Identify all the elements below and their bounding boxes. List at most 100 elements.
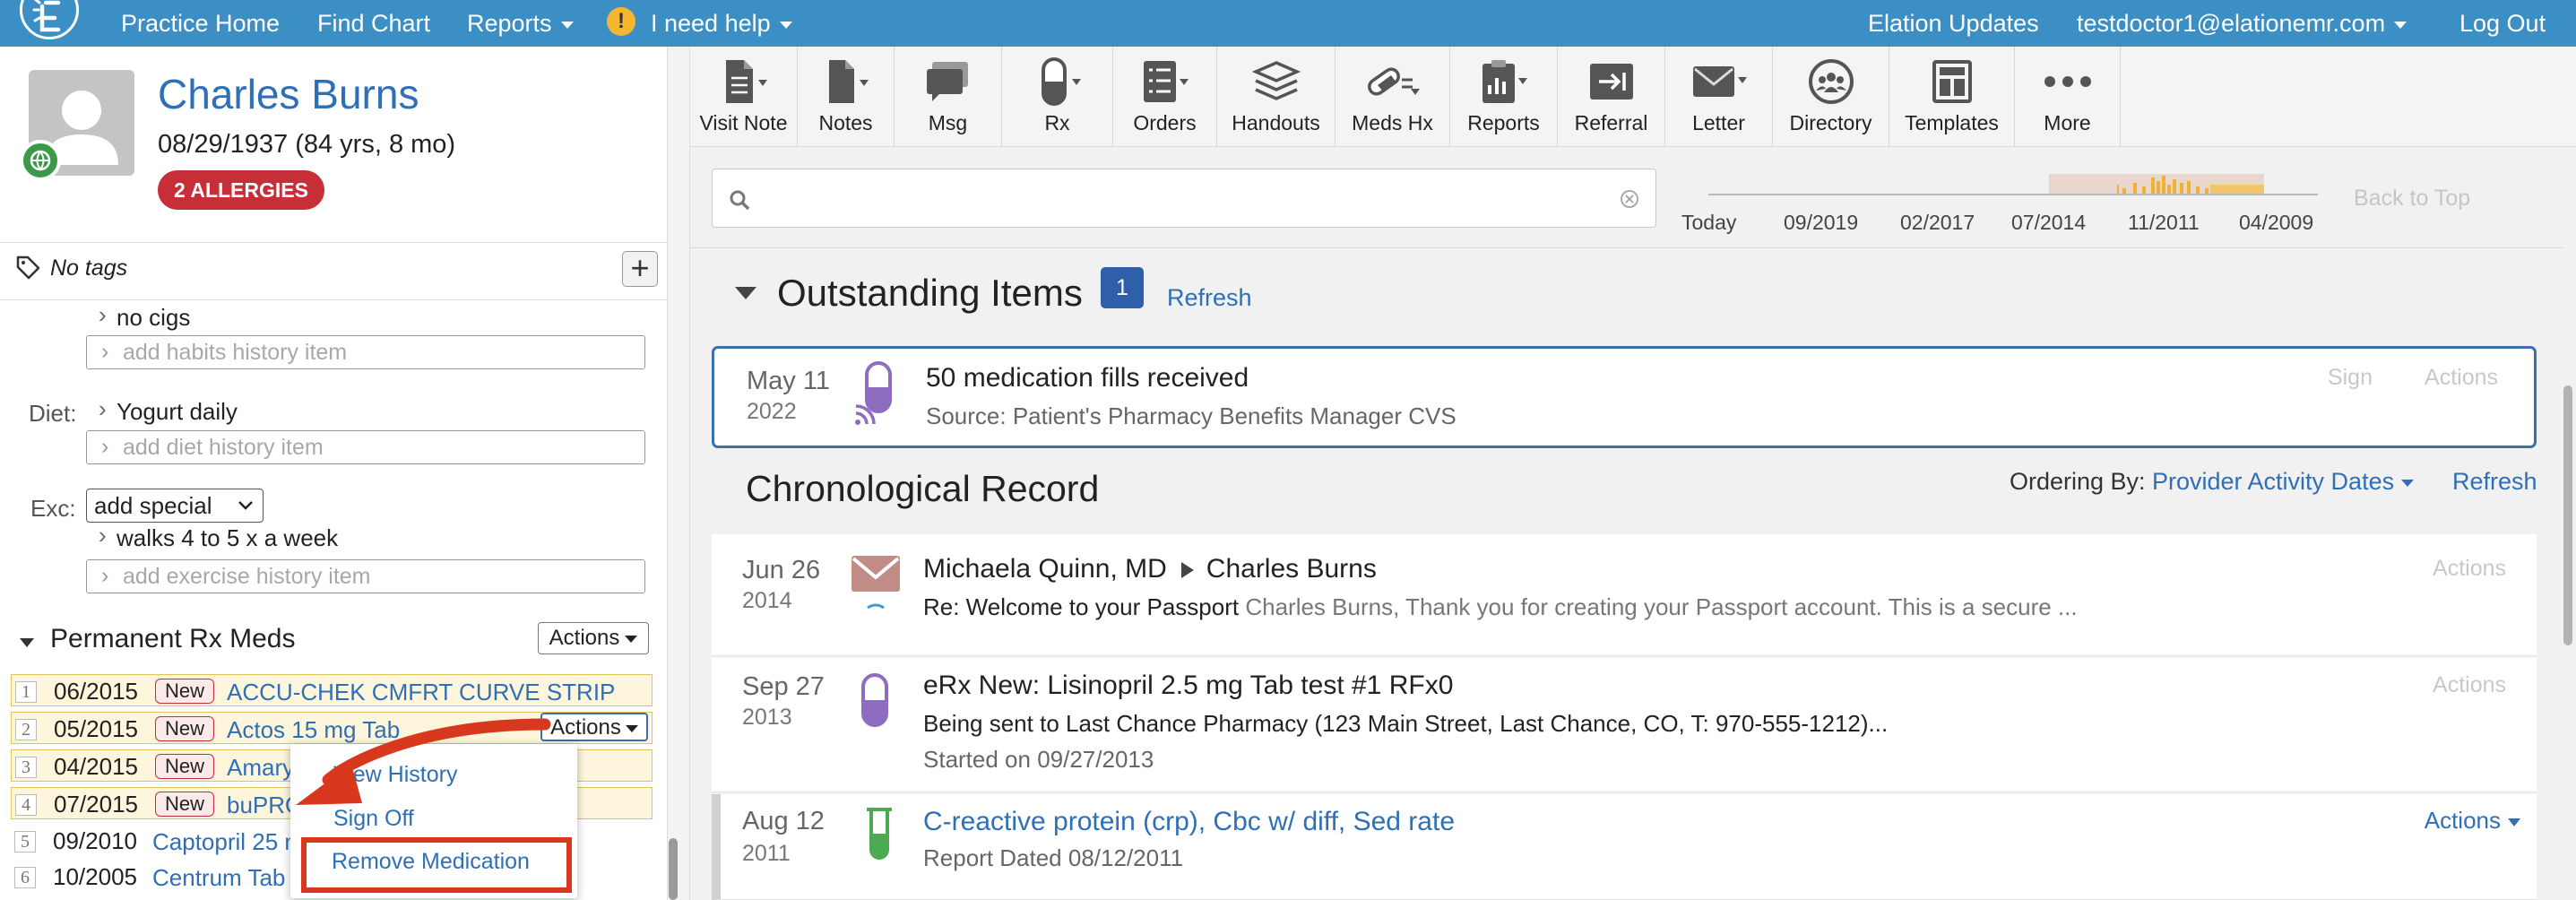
nav-reports-menu[interactable]: Reports	[467, 0, 574, 47]
panel-divider[interactable]	[667, 47, 690, 900]
patient-dob: 08/29/1937 (84 yrs, 8 mo)	[158, 130, 456, 159]
item-source: Source: Patient's Pharmacy Benefits Mana…	[926, 402, 1457, 429]
templates-button[interactable]: Templates	[1889, 47, 2015, 147]
med-name-link[interactable]: ACCU-CHEK CMFRT CURVE STRIP	[227, 679, 615, 706]
toolbar-label: Handouts	[1232, 111, 1320, 134]
chevron-down-icon	[779, 21, 792, 29]
record-actions-link[interactable]: Actions	[2433, 672, 2506, 698]
templates-icon	[1932, 60, 1972, 103]
meds-history-button[interactable]: Meds Hx	[1336, 47, 1450, 147]
meds-actions-button[interactable]: Actions	[538, 622, 649, 654]
med-date: 05/2015	[54, 715, 138, 742]
record-title[interactable]: eRx New: Lisinopril 2.5 mg Tab test #1 R…	[923, 671, 1453, 701]
ordering-dropdown[interactable]: Provider Activity Dates	[2152, 468, 2415, 496]
row-number: 6	[14, 867, 36, 888]
chevron-down-icon	[2508, 818, 2520, 826]
record-actions-label: Actions	[2424, 807, 2501, 834]
record-title[interactable]: Michaela Quinn, MD Charles Burns	[923, 554, 1377, 584]
pill-icon	[1041, 57, 1081, 106]
medication-row[interactable]: 1 06/2015 New ACCU-CHEK CMFRT CURVE STRI…	[11, 674, 653, 706]
med-date: 07/2015	[54, 791, 138, 818]
referral-icon	[1589, 64, 1633, 100]
med-date: 04/2015	[54, 753, 138, 780]
timeline-tick: 04/2009	[2239, 211, 2314, 234]
patient-name[interactable]: Charles Burns	[158, 70, 419, 118]
exercise-history-item[interactable]: walks 4 to 5 x a week	[117, 524, 338, 552]
diet-history-item[interactable]: Yogurt daily	[117, 398, 238, 426]
record-title[interactable]: C-reactive protein (crp), Cbc w/ diff, S…	[923, 807, 1455, 837]
nav-reports-label: Reports	[467, 10, 552, 37]
recipient-name: Charles Burns	[1206, 554, 1377, 584]
outstanding-item-card[interactable]: May 11 2022 50 medication fills received…	[712, 346, 2537, 448]
toolbar-label: Visit Note	[699, 111, 788, 134]
add-diet-history-input[interactable]: add diet history item	[86, 430, 645, 464]
new-badge: New	[155, 679, 215, 704]
back-to-top-link[interactable]: Back to Top	[2354, 186, 2470, 212]
toolbar: Visit Note Notes Msg Rx Orders Handouts …	[690, 47, 2576, 147]
med-row-actions-button[interactable]: Actions	[540, 713, 648, 741]
record-subject-line: Re: Welcome to your Passport Charles Bur…	[923, 593, 2078, 621]
globe-icon[interactable]	[20, 140, 61, 181]
elation-logo-icon[interactable]	[20, 0, 79, 39]
sidebar-scrollbar[interactable]	[669, 838, 678, 900]
add-habits-history-input[interactable]: add habits history item	[86, 335, 645, 369]
timeline-tick: Today	[1681, 211, 1737, 234]
habits-history-item[interactable]: no cigs	[117, 304, 190, 332]
timeline-tick: 09/2019	[1784, 211, 1859, 234]
handouts-button[interactable]: Handouts	[1217, 47, 1336, 147]
visit-note-icon	[725, 60, 767, 103]
message-button[interactable]: Msg	[895, 47, 1002, 147]
nav-help-menu[interactable]: I need help	[651, 0, 792, 47]
orders-button[interactable]: Orders	[1113, 47, 1217, 147]
exercise-label: Exc:	[30, 495, 76, 522]
visit-note-button[interactable]: Visit Note	[690, 47, 798, 147]
item-actions-link[interactable]: Actions	[2425, 365, 2498, 391]
allergies-badge[interactable]: 2 ALLERGIES	[158, 170, 324, 210]
chevron-right-icon[interactable]: ›	[99, 522, 107, 550]
notes-button[interactable]: Notes	[798, 47, 895, 147]
exercise-type-select[interactable]: add special	[86, 489, 264, 523]
add-tag-button[interactable]: +	[622, 251, 658, 287]
record-row-erx[interactable]: Sep 27 2013 eRx New: Lisinopril 2.5 mg T…	[712, 658, 2537, 792]
nav-find-chart-link[interactable]: Find Chart	[317, 0, 430, 47]
tag-icon	[16, 255, 40, 280]
chevron-right-icon[interactable]: ›	[99, 395, 107, 423]
item-title[interactable]: 50 medication fills received	[926, 363, 1249, 394]
chrono-refresh-link[interactable]: Refresh	[2452, 468, 2537, 496]
nav-user-menu[interactable]: testdoctor1@elationemr.com	[2077, 0, 2407, 47]
main-scrollbar[interactable]	[2563, 385, 2572, 645]
record-row-message[interactable]: Jun 26 2014 Michaela Quinn, MD Charles Bu…	[712, 534, 2537, 656]
chart-search-input[interactable]	[712, 169, 1656, 228]
user-email: testdoctor1@elationemr.com	[2077, 10, 2386, 37]
record-report-date: Report Dated 08/12/2011	[923, 844, 1184, 871]
chevron-down-icon	[625, 635, 638, 643]
record-actions-dropdown[interactable]: Actions	[2425, 807, 2520, 835]
record-year: 2013	[742, 705, 792, 730]
chevron-right-icon[interactable]: ›	[99, 301, 107, 329]
sender-name: Michaela Quinn, MD	[923, 554, 1167, 584]
record-actions-link[interactable]: Actions	[2433, 556, 2506, 582]
ordering-label: Ordering By:	[2010, 468, 2146, 495]
row-number: 4	[15, 794, 37, 816]
nav-logout-link[interactable]: Log Out	[2459, 0, 2546, 47]
record-year: 2011	[742, 841, 791, 866]
record-row-lab-report[interactable]: Aug 12 2011 C-reactive protein (crp), Cb…	[712, 794, 2537, 900]
directory-button[interactable]: Directory	[1773, 47, 1889, 147]
med-name-link[interactable]: Centrum Tab o	[152, 864, 305, 892]
nav-practice-home-link[interactable]: Practice Home	[121, 0, 280, 47]
timeline-scrubber[interactable]	[1708, 172, 2318, 208]
letter-button[interactable]: Letter	[1665, 47, 1773, 147]
reports-button[interactable]: Reports	[1450, 47, 1558, 147]
more-button[interactable]: More	[2015, 47, 2121, 147]
nav-elation-updates-link[interactable]: Elation Updates	[1868, 0, 2039, 47]
collapse-triangle-icon[interactable]	[735, 287, 756, 299]
outstanding-refresh-link[interactable]: Refresh	[1167, 284, 1252, 312]
clear-icon[interactable]	[1620, 189, 1639, 209]
add-exercise-history-input[interactable]: add exercise history item	[86, 559, 645, 593]
item-sign-link[interactable]: Sign	[2328, 365, 2373, 391]
rx-button[interactable]: Rx	[1002, 47, 1113, 147]
row-number: 3	[15, 757, 37, 778]
collapse-triangle-icon[interactable]	[20, 638, 34, 647]
exercise-select-value: add special	[94, 492, 212, 519]
referral-button[interactable]: Referral	[1558, 47, 1665, 147]
